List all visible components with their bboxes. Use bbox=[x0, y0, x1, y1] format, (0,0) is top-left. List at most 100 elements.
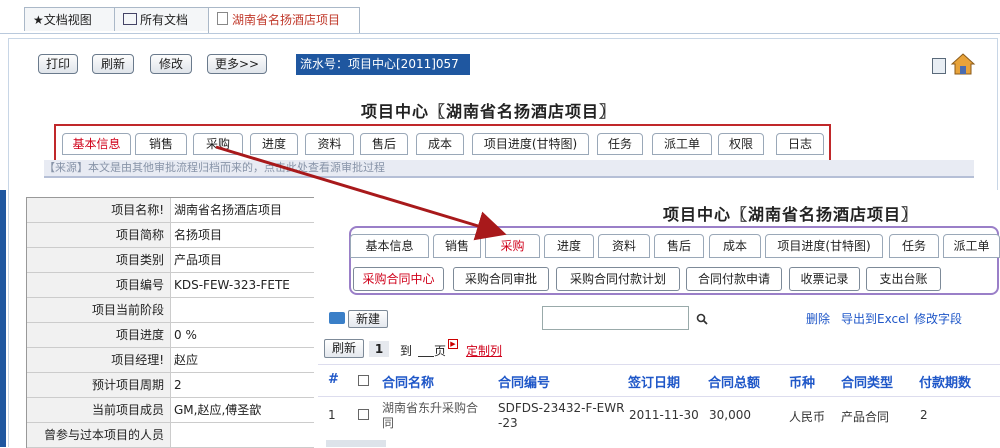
row-index: 1 bbox=[328, 408, 336, 422]
pager-refresh-button[interactable]: 刷新 bbox=[324, 339, 364, 358]
subtab-2[interactable]: 采购合同付款计划 bbox=[556, 267, 680, 291]
tab-primary-5[interactable]: 售后 bbox=[360, 133, 408, 155]
col-contract-code[interactable]: 合同编号 bbox=[498, 372, 550, 391]
info-label: 项目简称 bbox=[27, 223, 171, 247]
col-total-amount[interactable]: 合同总额 bbox=[708, 372, 760, 391]
tab-overlay-7[interactable]: 项目进度(甘特图) bbox=[765, 234, 883, 258]
tab-primary-4[interactable]: 资料 bbox=[305, 133, 354, 155]
page-title: 项目中心〖湖南省名扬酒店项目〗 bbox=[361, 102, 617, 121]
info-row: 项目名称! 湖南省名扬酒店项目 bbox=[27, 198, 314, 223]
info-row: 预计项目周期 2 bbox=[27, 373, 314, 398]
tab-primary-3[interactable]: 进度 bbox=[250, 133, 298, 155]
info-value: 0 % bbox=[174, 328, 197, 342]
tab-overlay-3[interactable]: 进度 bbox=[544, 234, 594, 258]
home-icon[interactable] bbox=[950, 52, 976, 76]
select-all-checkbox[interactable] bbox=[358, 375, 369, 386]
tab-primary-2[interactable]: 采购 bbox=[193, 133, 243, 155]
top-tab-bar: ★文档视图 所有文档 湖南省名扬酒店项目 bbox=[0, 0, 1000, 34]
tab-all-documents[interactable]: 所有文档 bbox=[114, 7, 209, 31]
info-row: 项目经理! 赵应 bbox=[27, 348, 314, 373]
table-row[interactable]: 1 湖南省东升采购合 同 SDFDS-23432-F-EWR -23 2011-… bbox=[318, 396, 1000, 434]
pager-page-label: 页 bbox=[434, 344, 447, 358]
star-icon: ★ bbox=[33, 13, 44, 27]
tab-overlay-5[interactable]: 售后 bbox=[654, 234, 704, 258]
col-payment-periods[interactable]: 付款期数 bbox=[919, 372, 971, 391]
col-contract-type[interactable]: 合同类型 bbox=[841, 372, 893, 391]
delete-link[interactable]: 删除 bbox=[806, 310, 830, 327]
info-value: 产品项目 bbox=[174, 253, 223, 267]
tab-overlay-9[interactable]: 派工单 bbox=[943, 234, 1000, 258]
tab-overlay-6[interactable]: 成本 bbox=[709, 234, 761, 258]
row-amount: 30,000 bbox=[709, 408, 751, 422]
tab-primary-11[interactable]: 日志 bbox=[776, 133, 824, 155]
print-button[interactable]: 打印 bbox=[38, 54, 78, 74]
source-notice[interactable]: 【来源】本文是由其他审批流程归档而来的，点击此处查看源审批过程 bbox=[44, 160, 974, 178]
tab-overlay-1[interactable]: 销售 bbox=[433, 234, 481, 258]
tab-primary-7[interactable]: 项目进度(甘特图) bbox=[472, 133, 589, 155]
tab-primary-8[interactable]: 任务 bbox=[597, 133, 643, 155]
col-index: # bbox=[328, 372, 339, 387]
serial-number: 流水号：项目中心[2011]057号 bbox=[296, 54, 470, 92]
edit-button[interactable]: 修改 bbox=[150, 54, 192, 74]
go-icon[interactable]: ▶ bbox=[448, 339, 458, 349]
tab-primary-9[interactable]: 派工单 bbox=[652, 133, 712, 155]
subtab-1[interactable]: 采购合同审批 bbox=[453, 267, 549, 291]
info-label: 当前项目成员 bbox=[27, 398, 171, 422]
tab-primary-1[interactable]: 销售 bbox=[135, 133, 187, 155]
row-checkbox[interactable] bbox=[358, 409, 369, 420]
info-label: 项目进度 bbox=[27, 323, 171, 347]
project-info-table: 项目名称! 湖南省名扬酒店项目 项目简称 名扬项目 项目类别 产品项目 项目编号 KDS-FE… bbox=[26, 197, 314, 448]
info-label: 项目类别 bbox=[27, 248, 171, 272]
info-label: 预计项目周期 bbox=[27, 373, 171, 397]
row-contract-code: SDFDS-23432-F-EWR -23 bbox=[498, 401, 625, 430]
edit-fields-link[interactable]: 修改字段 bbox=[914, 310, 962, 327]
tab-project-document[interactable]: 湖南省名扬酒店项目 bbox=[208, 7, 360, 33]
subtab-3[interactable]: 合同付款申请 bbox=[686, 267, 782, 291]
subtab-0[interactable]: 采购合同中心 bbox=[353, 267, 444, 291]
info-label: 项目名称! bbox=[27, 198, 171, 222]
info-value: GM,赵应,傅圣歆 bbox=[174, 403, 262, 417]
customize-columns-link[interactable]: 定制列 bbox=[466, 342, 502, 359]
overlay-title: 项目中心〖湖南省名扬酒店项目〗 bbox=[663, 205, 919, 224]
tab-overlay-8[interactable]: 任务 bbox=[889, 234, 939, 258]
new-button[interactable]: 新建 bbox=[348, 310, 388, 328]
tab-overlay-4[interactable]: 资料 bbox=[598, 234, 650, 258]
bottom-button-stub[interactable] bbox=[326, 440, 386, 447]
current-page[interactable]: 1 bbox=[369, 341, 389, 357]
print-icon[interactable] bbox=[932, 58, 946, 74]
info-label: 曾参与过本项目的人员 bbox=[27, 423, 171, 447]
col-currency[interactable]: 币种 bbox=[789, 372, 815, 391]
info-value: 湖南省名扬酒店项目 bbox=[174, 203, 283, 217]
row-contract-type: 产品合同 bbox=[841, 410, 890, 424]
info-row: 曾参与过本项目的人员 bbox=[27, 423, 314, 448]
info-row: 当前项目成员 GM,赵应,傅圣歆 bbox=[27, 398, 314, 423]
page-jump-input[interactable] bbox=[418, 356, 434, 357]
info-row: 项目简称 名扬项目 bbox=[27, 223, 314, 248]
pager-to-label: 到 bbox=[400, 344, 413, 358]
document-icon bbox=[217, 12, 228, 25]
info-row: 项目类别 产品项目 bbox=[27, 248, 314, 273]
tab-overlay-2[interactable]: 采购 bbox=[485, 234, 540, 258]
info-label: 项目当前阶段 bbox=[27, 298, 171, 322]
side-handle[interactable] bbox=[0, 190, 6, 447]
col-contract-name[interactable]: 合同名称 bbox=[382, 372, 434, 391]
tab-primary-6[interactable]: 成本 bbox=[416, 133, 464, 155]
tab-document-view[interactable]: ★文档视图 bbox=[24, 7, 117, 31]
tab-overlay-0[interactable]: 基本信息 bbox=[350, 234, 429, 258]
search-icon[interactable] bbox=[696, 313, 708, 325]
info-value: KDS-FEW-323-FETE bbox=[174, 278, 290, 292]
refresh-button[interactable]: 刷新 bbox=[92, 54, 134, 74]
row-contract-name[interactable]: 湖南省东升采购合 同 bbox=[382, 401, 478, 431]
tab-primary-10[interactable]: 权限 bbox=[718, 133, 764, 155]
info-label: 项目经理! bbox=[27, 348, 171, 372]
search-input[interactable] bbox=[542, 306, 689, 330]
col-sign-date[interactable]: 签订日期 bbox=[628, 372, 680, 391]
subtab-4[interactable]: 收票记录 bbox=[789, 267, 860, 291]
export-excel-link[interactable]: 导出到Excel bbox=[841, 310, 909, 327]
info-row: 项目编号 KDS-FEW-323-FETE bbox=[27, 273, 314, 298]
row-sign-date: 2011-11-30 bbox=[629, 408, 699, 422]
subtab-5[interactable]: 支出台账 bbox=[866, 267, 941, 291]
list-icon bbox=[123, 13, 137, 25]
tab-primary-0[interactable]: 基本信息 bbox=[62, 133, 131, 155]
more-button[interactable]: 更多>> bbox=[207, 54, 267, 74]
